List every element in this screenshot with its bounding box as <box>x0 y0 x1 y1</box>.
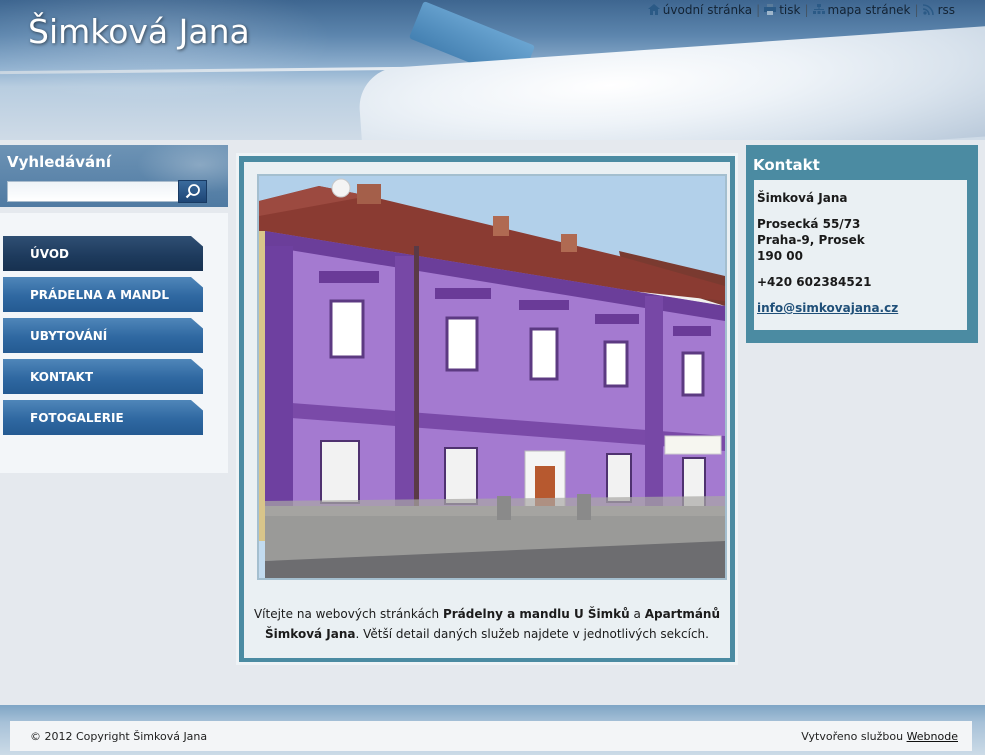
top-links: úvodní stránka | tisk | mapa stránek | rss <box>647 3 955 17</box>
intro-part1: Vítejte na webových stránkách <box>253 607 443 621</box>
rss-icon <box>922 4 934 15</box>
copyright-text: © 2012 Copyright Šimková Jana <box>30 730 208 743</box>
home-link[interactable]: úvodní stránka <box>663 3 752 17</box>
contact-name: Šimková Jana <box>757 191 848 205</box>
site-title[interactable]: Šimková Jana <box>28 12 250 51</box>
magnifier-icon <box>185 184 200 199</box>
contact-zip: 190 00 <box>757 249 803 263</box>
toplinks-separator: | <box>804 3 809 17</box>
print-link[interactable]: tisk <box>779 3 800 17</box>
contact-title: Kontakt <box>753 156 820 174</box>
search-input[interactable] <box>7 181 180 202</box>
search-title: Vyhledávání <box>7 153 111 171</box>
menu-item-uvod[interactable]: ÚVOD <box>3 236 203 271</box>
toplinks-separator: | <box>914 3 919 17</box>
contact-street: Prosecká 55/73 <box>757 217 861 231</box>
building-illustration <box>259 176 725 578</box>
intro-part3: . Větší detail daných služeb najdete v j… <box>355 627 709 641</box>
building-photo[interactable] <box>257 174 727 580</box>
intro-part2: a <box>629 607 645 621</box>
print-icon <box>764 4 777 15</box>
menu-item-pradelna[interactable]: PRÁDELNA A MANDL <box>3 277 203 312</box>
sitemap-link[interactable]: mapa stránek <box>828 3 911 17</box>
menu-item-ubytovani[interactable]: UBYTOVÁNÍ <box>3 318 203 353</box>
main-menu: ÚVOD PRÁDELNA A MANDL UBYTOVÁNÍ KONTAKT … <box>0 213 228 473</box>
powered-by: Vytvořeno službou Webnode <box>801 730 958 743</box>
contact-phone: +420 602384521 <box>757 275 872 289</box>
menu-item-kontakt[interactable]: KONTAKT <box>3 359 203 394</box>
contact-email-link[interactable]: info@simkovajana.cz <box>757 301 898 315</box>
home-icon <box>647 4 660 15</box>
contact-city: Praha-9, Prosek <box>757 233 865 247</box>
powered-by-text: Vytvořeno službou <box>801 730 907 743</box>
menu-item-fotogalerie[interactable]: FOTOGALERIE <box>3 400 203 435</box>
sitemap-icon <box>812 4 825 14</box>
webnode-link[interactable]: Webnode <box>907 730 958 743</box>
toplinks-separator: | <box>756 3 761 17</box>
rss-link[interactable]: rss <box>938 3 955 17</box>
intro-text: Vítejte na webových stránkách Prádelny a… <box>250 604 724 644</box>
search-button[interactable] <box>178 180 207 203</box>
intro-bold-pradelna: Prádelny a mandlu U Šimků <box>442 607 630 621</box>
